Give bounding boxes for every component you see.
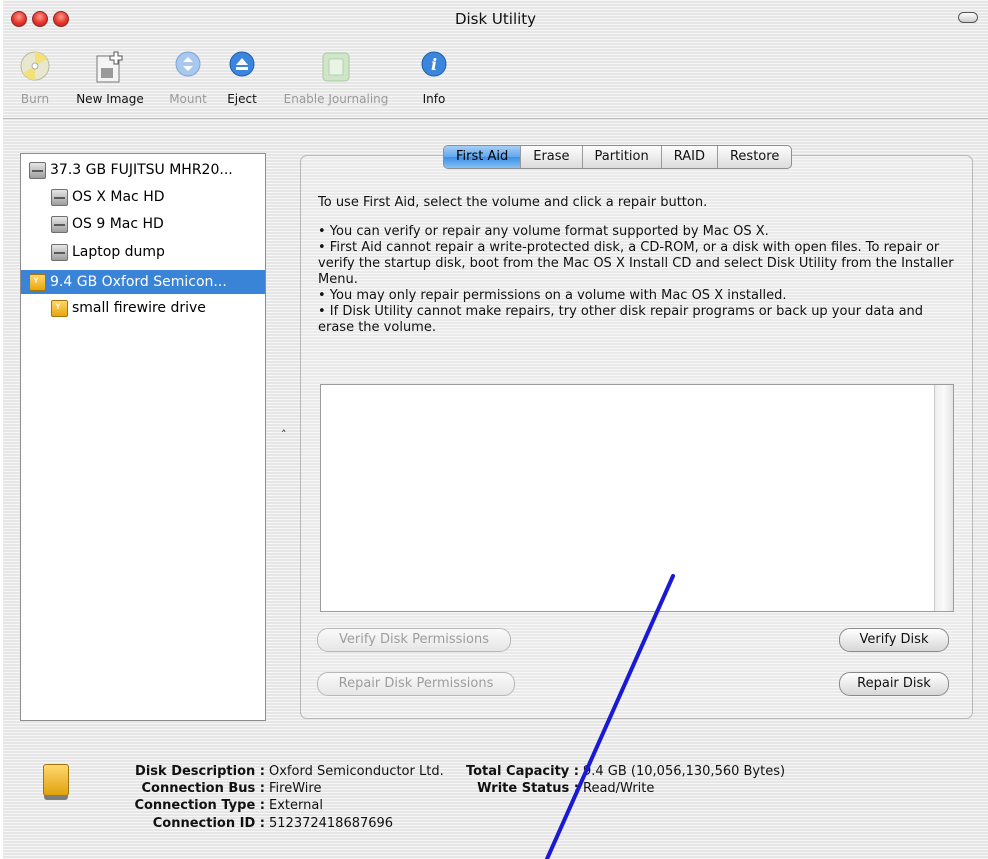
annotation-stroke — [545, 574, 675, 859]
annotation-line — [545, 574, 675, 859]
